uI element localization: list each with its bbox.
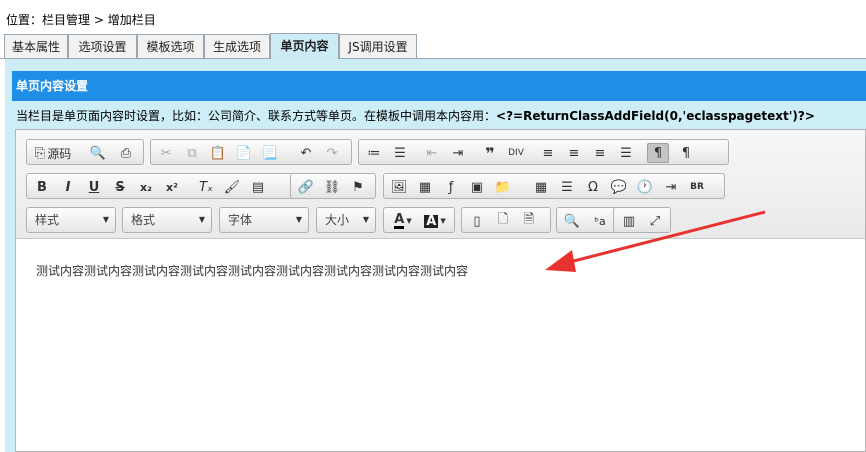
annotation-arrow-shaft bbox=[561, 210, 766, 266]
annotation-arrow-overlay bbox=[545, 210, 766, 272]
annotation-arrow-head bbox=[545, 250, 576, 272]
